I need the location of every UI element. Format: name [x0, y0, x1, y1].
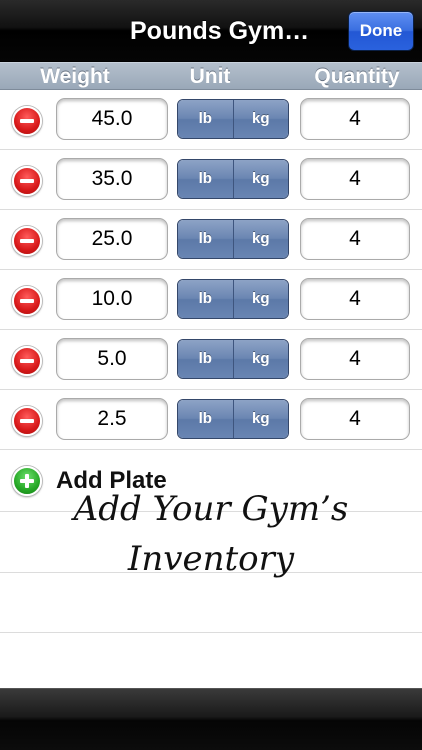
quantity-field[interactable]: 4	[300, 398, 410, 440]
done-button[interactable]: Done	[348, 11, 414, 51]
weight-column-header: Weight	[40, 65, 110, 88]
column-header: Weight Unit Quantity	[0, 62, 422, 90]
bottom-toolbar	[0, 688, 422, 750]
unit-kg-segment[interactable]: kg	[232, 280, 288, 318]
quantity-column-header: Quantity	[314, 65, 400, 88]
promo-line-2: Inventory	[127, 539, 295, 579]
promo-caption: Add Your Gym’s Inventory	[0, 484, 422, 584]
weight-field[interactable]: 25.0	[56, 218, 168, 260]
plate-row: 5.0 lb kg 4	[0, 330, 422, 390]
unit-lb-segment[interactable]: lb	[178, 160, 233, 198]
plate-list: 45.0 lb kg 4 35.0 lb kg 4 25.0 lb kg 4 1…	[0, 90, 422, 688]
weight-field[interactable]: 35.0	[56, 158, 168, 200]
minus-circle-icon[interactable]	[12, 106, 42, 136]
unit-kg-segment[interactable]: kg	[232, 400, 288, 438]
unit-kg-segment[interactable]: kg	[232, 220, 288, 258]
weight-field[interactable]: 2.5	[56, 398, 168, 440]
minus-circle-icon[interactable]	[12, 346, 42, 376]
plate-row: 2.5 lb kg 4	[0, 390, 422, 450]
unit-column-header: Unit	[189, 65, 231, 88]
unit-lb-segment[interactable]: lb	[178, 340, 233, 378]
unit-segmented-control[interactable]: lb kg	[177, 339, 289, 379]
weight-field[interactable]: 5.0	[56, 338, 168, 380]
quantity-field[interactable]: 4	[300, 158, 410, 200]
minus-circle-icon[interactable]	[12, 406, 42, 436]
divider	[0, 632, 422, 633]
page-title: Pounds Gym…	[130, 17, 310, 45]
unit-segmented-control[interactable]: lb kg	[177, 219, 289, 259]
minus-circle-icon[interactable]	[12, 226, 42, 256]
unit-kg-segment[interactable]: kg	[232, 100, 288, 138]
weight-field[interactable]: 45.0	[56, 98, 168, 140]
plate-row: 10.0 lb kg 4	[0, 270, 422, 330]
unit-kg-segment[interactable]: kg	[232, 340, 288, 378]
plate-row: 35.0 lb kg 4	[0, 150, 422, 210]
unit-segmented-control[interactable]: lb kg	[177, 279, 289, 319]
unit-lb-segment[interactable]: lb	[178, 280, 233, 318]
unit-lb-segment[interactable]: lb	[178, 100, 233, 138]
unit-segmented-control[interactable]: lb kg	[177, 399, 289, 439]
navigation-bar: Pounds Gym… Done	[0, 0, 422, 62]
quantity-field[interactable]: 4	[300, 338, 410, 380]
unit-kg-segment[interactable]: kg	[232, 160, 288, 198]
unit-lb-segment[interactable]: lb	[178, 220, 233, 258]
plate-row: 25.0 lb kg 4	[0, 210, 422, 270]
unit-segmented-control[interactable]: lb kg	[177, 99, 289, 139]
quantity-field[interactable]: 4	[300, 218, 410, 260]
plate-row: 45.0 lb kg 4	[0, 90, 422, 150]
minus-circle-icon[interactable]	[12, 166, 42, 196]
unit-segmented-control[interactable]: lb kg	[177, 159, 289, 199]
promo-line-1: Add Your Gym’s	[73, 489, 349, 529]
weight-field[interactable]: 10.0	[56, 278, 168, 320]
minus-circle-icon[interactable]	[12, 286, 42, 316]
unit-lb-segment[interactable]: lb	[178, 400, 233, 438]
quantity-field[interactable]: 4	[300, 278, 410, 320]
quantity-field[interactable]: 4	[300, 98, 410, 140]
